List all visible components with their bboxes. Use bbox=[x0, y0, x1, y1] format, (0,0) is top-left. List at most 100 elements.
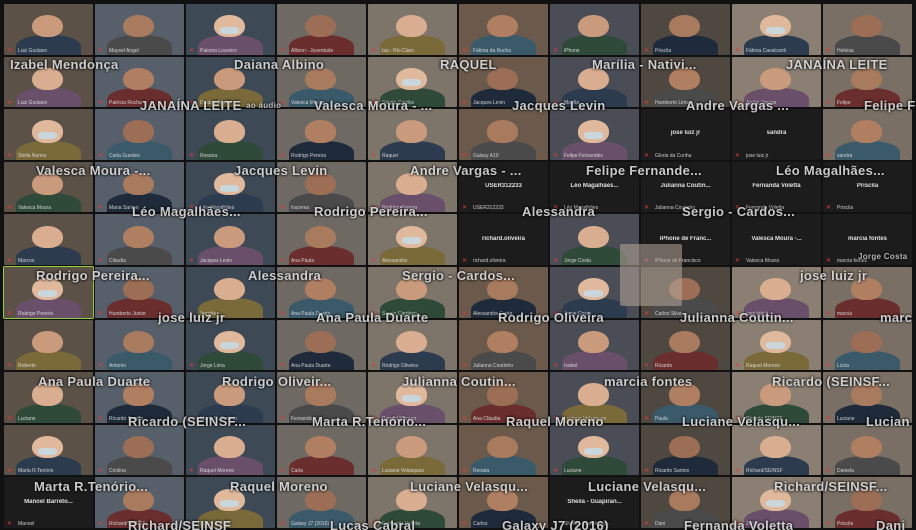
participant-tile[interactable]: Sheila - Guapiran... ✕ Sheila - Guapiranga bbox=[550, 477, 639, 528]
participant-tile[interactable]: ✕ marcia bbox=[823, 266, 912, 318]
participant-tile[interactable]: ✕ Fernanda Voletta bbox=[368, 477, 457, 528]
participant-tile[interactable]: ✕ Fátima da Rocha bbox=[459, 4, 548, 55]
participant-tile[interactable]: ✕ sandra bbox=[823, 109, 912, 160]
participant-tile[interactable]: ✕ Lucas Cabral bbox=[186, 477, 275, 528]
participant-tile[interactable]: ✕ Isabel bbox=[550, 319, 639, 371]
participant-tile[interactable]: ✕ Ricardo Santos bbox=[641, 424, 730, 476]
participant-tile[interactable]: ✕ Iracema bbox=[277, 161, 366, 213]
participant-tile[interactable]: ✕ jose luiz jr bbox=[732, 266, 821, 318]
participant-tile[interactable]: ✕ Paula bbox=[641, 372, 730, 423]
participant-tile[interactable]: ✕ Raquel Moreno bbox=[368, 372, 457, 423]
participant-tile[interactable]: ✕ Allison - Juventude bbox=[277, 4, 366, 55]
participant-tile[interactable]: Julianna Coutin... ✕ Julianna Coutinho bbox=[641, 161, 730, 213]
participant-tile[interactable]: ✕ Ana Paula bbox=[277, 214, 366, 265]
participant-tile[interactable]: ✕ Marta R. Tenório bbox=[186, 372, 275, 423]
participant-tile[interactable]: ✕ Roberto bbox=[4, 319, 93, 371]
participant-face bbox=[669, 383, 700, 406]
participant-tile[interactable]: ✕ Carla bbox=[277, 424, 366, 476]
participant-tile[interactable]: ✕ Luiz Gustavo bbox=[4, 4, 93, 55]
participant-tile[interactable]: ✕ Marcos bbox=[4, 214, 93, 265]
participant-tile[interactable]: marcia fontes ✕ marcia fontes bbox=[823, 214, 912, 265]
participant-tile[interactable]: ✕ Jorge bbox=[732, 477, 821, 528]
participant-tile[interactable]: ✕ Maria Santos bbox=[95, 161, 184, 213]
participant-tile[interactable]: ✕ Rodrigo Pereira bbox=[277, 109, 366, 160]
participant-tile[interactable]: ✕ André Vargas bbox=[732, 56, 821, 108]
participant-tile[interactable]: ✕ Raquel Moreno bbox=[186, 424, 275, 476]
participant-tile[interactable]: ✕ Fernanda bbox=[277, 372, 366, 423]
participant-tile[interactable]: ✕ Rodrigo Pereira bbox=[3, 265, 94, 319]
participant-tile[interactable]: ✕ Felipe Fernandes bbox=[550, 109, 639, 160]
participant-tile[interactable]: richard.oliveira ✕ richard.oliveira bbox=[459, 214, 548, 265]
participant-tile[interactable]: ✕ Jorge Lima bbox=[186, 319, 275, 371]
participant-tile[interactable]: ✕ Rosana bbox=[186, 109, 275, 160]
participant-name: Marta R.Tenório bbox=[18, 468, 54, 475]
participant-tile[interactable]: ✕ Valesca Moura bbox=[277, 56, 366, 108]
participant-tile[interactable]: ✕ Humberto Lima bbox=[641, 56, 730, 108]
participant-tile[interactable]: jose luiz jr ✕ Gloria da Cunha bbox=[641, 109, 730, 160]
participant-tile[interactable]: ✕ Felipe bbox=[823, 56, 912, 108]
participant-tile[interactable]: ✕ Lúcia bbox=[823, 319, 912, 371]
participant-tile[interactable]: ✕ Sergio Cardoso bbox=[368, 266, 457, 318]
participant-tile[interactable]: ✕ Heloisa bbox=[823, 4, 912, 55]
participant-tile[interactable]: ✕ Jacques Levin bbox=[459, 56, 548, 108]
participant-tile[interactable]: ✕ Dani bbox=[641, 477, 730, 528]
participant-tile[interactable]: ✕ Richard/SEINSF bbox=[732, 424, 821, 476]
participant-tile[interactable]: ✕ Luciane Velasquez bbox=[368, 424, 457, 476]
participant-tile[interactable]: ✕ Luciane bbox=[550, 424, 639, 476]
participant-tile[interactable]: ✕ Valesca Moura bbox=[4, 161, 93, 213]
participant-tile[interactable]: ✕ Ricardo bbox=[641, 319, 730, 371]
participant-tile[interactable]: ✕ Alessandra Costa bbox=[459, 266, 548, 318]
participant-name: Mayxel Angel bbox=[109, 47, 139, 54]
participant-tile[interactable]: ✕ Marília bbox=[550, 56, 639, 108]
participant-tile[interactable]: ✕ Cláudia bbox=[95, 214, 184, 265]
participant-tile[interactable]: ✕ Sandra bbox=[186, 266, 275, 318]
participant-tile[interactable]: Priscila ✕ Priscila bbox=[823, 161, 912, 213]
participant-name: Ricardo Santos bbox=[109, 415, 144, 422]
participant-tile[interactable]: ✕ Richard/SEINSF bbox=[95, 477, 184, 528]
participant-tile[interactable]: ✕ Sérgio Cardos bbox=[368, 56, 457, 108]
participant-tile[interactable]: ✕ Daniela bbox=[823, 424, 912, 476]
participant-tile[interactable]: ✕ Carlos bbox=[459, 477, 548, 528]
participant-tile[interactable]: ✕ Luiz Gustavo bbox=[4, 56, 93, 108]
participant-tile[interactable]: ✕ Marta R.Tenório bbox=[4, 424, 93, 476]
participant-tile[interactable]: ✕ Raquel bbox=[368, 109, 457, 160]
participant-tile[interactable]: ✕ Stella Nunes bbox=[4, 109, 93, 160]
participant-tile[interactable]: ✕ Renata bbox=[459, 424, 548, 476]
participant-tile[interactable]: sandra ✕ jose luiz jr bbox=[732, 109, 821, 160]
participant-tile[interactable]: ✕ Luciane bbox=[4, 372, 93, 423]
participant-tile[interactable]: ✕ Raquel Moreno bbox=[732, 319, 821, 371]
participant-tile[interactable]: ✕ Daiana Albino bbox=[186, 56, 275, 108]
participant-tile[interactable]: ✕ Antonio bbox=[95, 319, 184, 371]
participant-tile[interactable]: ✕ Alessandra bbox=[368, 214, 457, 265]
participant-tile[interactable]: ✕ Rodrigo Pereira bbox=[368, 161, 457, 213]
participant-tile[interactable]: ✕ Fátima Cavalcanti bbox=[732, 4, 821, 55]
participant-tile[interactable]: ✕ iPhone bbox=[550, 4, 639, 55]
participant-tile[interactable]: Valesca Moura -... ✕ Valesca Moura bbox=[732, 214, 821, 265]
participant-tile[interactable]: ✕ Ana Paula Duarte bbox=[277, 319, 366, 371]
participant-tile[interactable]: USER312233 ✕ USER312233 bbox=[459, 161, 548, 213]
participant-tile[interactable]: ✕ Ana Cláudia bbox=[459, 372, 548, 423]
participant-tile[interactable]: ✕ Léo Magalhães bbox=[186, 161, 275, 213]
participant-tile[interactable]: ✕ Mayxel Angel bbox=[95, 4, 184, 55]
participant-tile[interactable]: ✕ Luciane Velasquez bbox=[550, 372, 639, 423]
participant-tile[interactable]: ✕ Patrícia Rocha bbox=[95, 56, 184, 108]
participant-tile[interactable]: Léo Magalhães... ✕ Léo Magalhães bbox=[550, 161, 639, 213]
participant-tile[interactable]: ✕ Luciane bbox=[823, 372, 912, 423]
participant-tile[interactable]: ✕ Galaxy A10 bbox=[459, 109, 548, 160]
participant-tile[interactable]: ✕ Ricardo SEINSF bbox=[732, 372, 821, 423]
participant-tile[interactable]: ✕ Ana Paula Duarte bbox=[277, 266, 366, 318]
participant-tile[interactable]: Fernanda Voletta ✕ Fernanda Voletta bbox=[732, 161, 821, 213]
participant-tile[interactable]: ✕ Humberto Junior bbox=[95, 266, 184, 318]
participant-tile[interactable]: ✕ Carla Guedes bbox=[95, 109, 184, 160]
participant-tile[interactable]: ✕ Cristina bbox=[95, 424, 184, 476]
participant-tile[interactable]: ✕ Isa - Rio Claro bbox=[368, 4, 457, 55]
participant-tile[interactable]: ✕ Ricardo Santos bbox=[95, 372, 184, 423]
participant-tile[interactable]: Manoel Barreto... ✕ Manoel bbox=[4, 477, 93, 528]
participant-tile[interactable]: ✕ Rodrigo Oliveira bbox=[368, 319, 457, 371]
participant-tile[interactable]: ✕ Galaxy J7 (2016) bbox=[277, 477, 366, 528]
participant-tile[interactable]: ✕ Jacques Levin bbox=[186, 214, 275, 265]
participant-tile[interactable]: ✕ Julianna Coutinho bbox=[459, 319, 548, 371]
participant-tile[interactable]: ✕ Priscila bbox=[823, 477, 912, 528]
participant-tile[interactable]: ✕ Paloma Loureiro bbox=[186, 4, 275, 55]
participant-tile[interactable]: ✕ Priscila bbox=[641, 4, 730, 55]
